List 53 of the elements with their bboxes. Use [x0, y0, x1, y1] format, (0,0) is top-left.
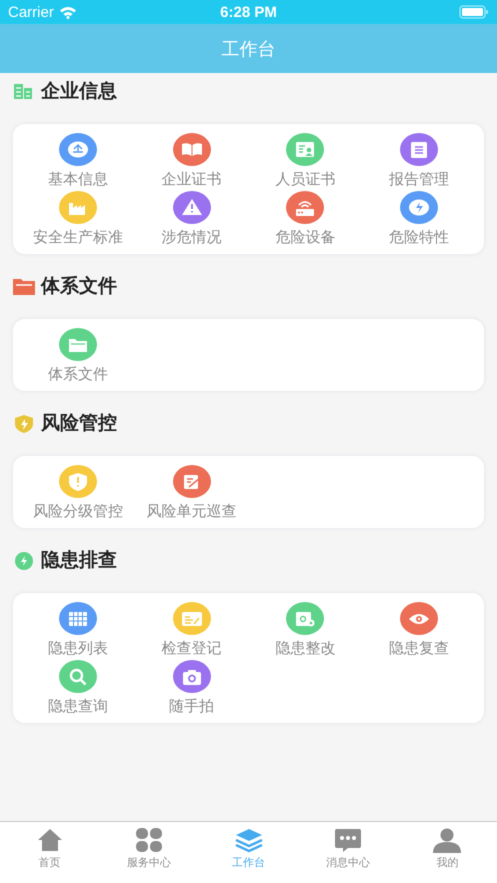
section-title: 隐患排查: [41, 548, 117, 572]
grid-icon: [135, 827, 164, 853]
menu-label[interactable]: 隐患查询: [48, 696, 108, 716]
tab-item[interactable]: 我的: [398, 822, 497, 883]
chat-icon: [334, 827, 362, 853]
badge-icon[interactable]: [286, 133, 324, 166]
menu-label[interactable]: 危险特性: [389, 227, 450, 247]
section-icon: [13, 412, 35, 432]
tab-item[interactable]: 消息中心: [298, 822, 398, 883]
home-icon: [36, 827, 64, 853]
table-icon[interactable]: [58, 602, 97, 635]
menu-label[interactable]: 涉危情况: [162, 227, 222, 247]
folder-icon[interactable]: [58, 328, 97, 361]
section-title: 风险管控: [41, 410, 117, 436]
menu-label[interactable]: 人员证书: [275, 169, 336, 189]
menu-label[interactable]: 检查登记: [162, 638, 222, 658]
form-icon[interactable]: [172, 602, 211, 635]
section-icon: [13, 550, 35, 570]
person-icon: [433, 827, 462, 853]
menu-label[interactable]: 隐患复查: [389, 638, 450, 658]
tab-item[interactable]: 服务中心: [99, 822, 199, 883]
camera-icon[interactable]: [172, 660, 211, 693]
search-icon[interactable]: [58, 660, 97, 693]
menu-label[interactable]: 隐患整改: [275, 638, 336, 658]
tab-item[interactable]: 工作台: [198, 822, 298, 883]
factory-icon[interactable]: [58, 191, 97, 224]
battery-icon: [459, 5, 489, 19]
edit-icon[interactable]: [172, 465, 211, 498]
status-time: 6:28 PM: [220, 4, 277, 20]
menu-label[interactable]: 企业证书: [162, 169, 222, 189]
section-title: 体系文件: [41, 274, 117, 298]
eye-icon[interactable]: [400, 602, 438, 635]
section-title: 企业信息: [41, 78, 117, 104]
bolt-icon[interactable]: [400, 191, 438, 224]
router-icon[interactable]: [286, 191, 324, 224]
menu-label[interactable]: 基本信息: [48, 169, 108, 189]
menu-label[interactable]: 危险设备: [275, 227, 336, 247]
menu-label[interactable]: 隐患列表: [48, 638, 108, 658]
book-icon[interactable]: [172, 133, 211, 166]
warning-icon[interactable]: [172, 191, 211, 224]
menu-label[interactable]: 随手拍: [169, 696, 214, 716]
tab-item[interactable]: 首页: [0, 822, 100, 883]
wifi-icon: [58, 6, 77, 18]
layers-icon: [234, 827, 263, 853]
page-title: 工作台: [222, 38, 276, 60]
menu-label[interactable]: 风险单元巡查: [146, 501, 237, 521]
carrier-name: Carrier: [8, 4, 54, 20]
menu-label[interactable]: 报告管理: [389, 169, 450, 189]
clipboard-icon[interactable]: [400, 133, 438, 166]
menu-label[interactable]: 风险分级管控: [32, 501, 123, 521]
shield-icon[interactable]: [58, 465, 97, 498]
menu-label[interactable]: 安全生产标准: [32, 227, 123, 247]
menu-label[interactable]: 体系文件: [48, 364, 108, 384]
